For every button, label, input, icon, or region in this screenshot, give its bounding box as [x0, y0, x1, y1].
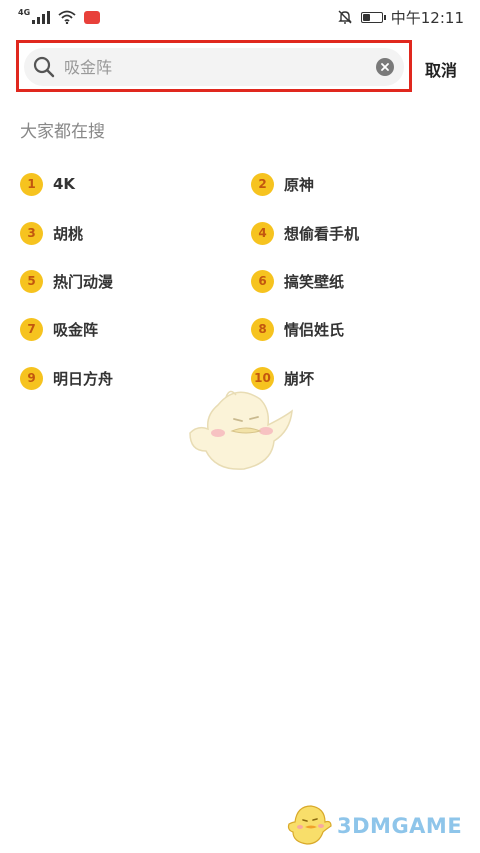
rank-badge: 7 [20, 317, 43, 341]
clear-icon[interactable] [376, 58, 394, 76]
chick-mascot-image [189, 390, 293, 470]
section-title: 大家都在搜 [20, 122, 105, 142]
rank-badge: 5 [20, 269, 43, 293]
signal-icon [32, 10, 51, 24]
search-input[interactable] [64, 48, 364, 86]
hot-search-label: 搞笑壁纸 [284, 272, 345, 291]
rank-badge: 2 [251, 172, 274, 196]
hot-search-item[interactable]: 3 胡桃 [20, 220, 83, 246]
rank-badge: 9 [20, 366, 43, 390]
hot-search-item[interactable]: 8 情侣姓氏 [251, 316, 344, 342]
search-row: 取消 [0, 36, 480, 98]
battery-level [362, 13, 370, 21]
hot-search-item[interactable]: 1 4K [20, 171, 75, 197]
rank-badge: 3 [20, 221, 43, 245]
hot-search-label: 想偷看手机 [284, 224, 360, 243]
status-right: 中午12:11 [337, 7, 464, 28]
hot-search-label: 原神 [284, 175, 315, 194]
hot-search-item[interactable]: 2 原神 [251, 171, 314, 197]
watermark-text: 3DMGAME [337, 814, 463, 838]
hot-search-item[interactable]: 9 明日方舟 [20, 365, 113, 391]
chick-logo-icon [287, 805, 332, 845]
hot-search-item[interactable]: 4 想偷看手机 [251, 220, 359, 246]
hot-search-item[interactable]: 5 热门动漫 [20, 268, 113, 294]
watermark: 3DMGAME [285, 800, 475, 850]
hot-search-item[interactable]: 6 搞笑壁纸 [251, 268, 344, 294]
rank-badge: 8 [251, 317, 274, 341]
hot-search-label: 4K [53, 175, 76, 193]
hot-search-item[interactable]: 7 吸金阵 [20, 316, 98, 342]
search-icon [33, 56, 55, 78]
hot-search-label: 热门动漫 [53, 272, 114, 291]
hot-search-label: 吸金阵 [53, 320, 99, 339]
hot-search-label: 胡桃 [53, 224, 84, 243]
mute-bell-icon [338, 10, 352, 24]
screen: 4G 中午12:11 吸金阵 取消 大家都在搜 1 4K 2 原神 3 胡桃 4… [0, 0, 480, 853]
clock: 中午12:11 [390, 8, 464, 27]
status-left: 4G [18, 7, 101, 24]
wifi-icon [58, 10, 76, 24]
rank-badge: 4 [251, 221, 274, 245]
rank-badge: 1 [20, 172, 43, 196]
hot-search-label: 情侣姓氏 [284, 320, 345, 339]
search-box[interactable] [24, 48, 404, 86]
cancel-button[interactable]: 取消 [425, 57, 457, 81]
status-bar: 4G 中午12:11 [0, 0, 480, 34]
network-type: 4G [18, 7, 31, 17]
rank-badge: 6 [251, 269, 274, 293]
hot-search-label: 明日方舟 [53, 369, 114, 388]
battery-icon [360, 11, 386, 23]
app-notification-icon [84, 10, 101, 24]
